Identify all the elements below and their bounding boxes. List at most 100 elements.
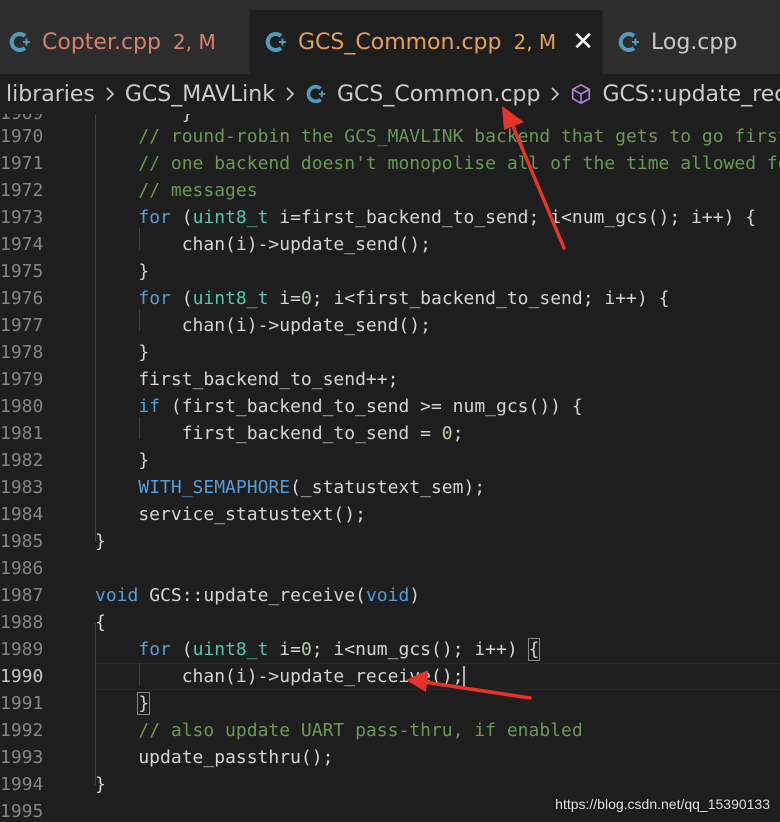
line-number: 1992 xyxy=(0,720,44,741)
code-token: i= xyxy=(268,639,301,660)
tab-status: 2, M xyxy=(513,30,557,54)
code-token: } xyxy=(95,531,106,552)
code-token: ) xyxy=(409,585,421,606)
code-line[interactable]: // one backend doesn't monopolise all of… xyxy=(95,150,780,177)
code-token: } xyxy=(95,774,106,795)
code-token: (first_backend_to_send >= num_gcs()) { xyxy=(160,396,583,417)
code-line[interactable]: } xyxy=(95,528,780,555)
breadcrumb-libraries[interactable]: libraries xyxy=(6,82,95,107)
code-token: // also update UART pass-thru, if enable… xyxy=(138,720,583,741)
code-token: uint8_t xyxy=(192,288,269,309)
code-token: chan(i)->update_receive(); xyxy=(95,666,464,687)
code-token: for xyxy=(138,639,171,660)
code-line[interactable]: } xyxy=(95,690,780,717)
tab-label: GCS_Common.cpp xyxy=(298,29,502,55)
close-icon[interactable]: ✕ xyxy=(572,29,594,55)
code-token: chan(i)->update_send(); xyxy=(95,315,431,336)
line-number: 1979 xyxy=(0,369,44,390)
tab-copter-cpp[interactable]: Copter.cpp 2, M xyxy=(0,10,250,74)
code-line[interactable]: { xyxy=(95,609,780,636)
editor-tab-bar: Copter.cpp 2, M GCS_Common.cpp 2, M ✕ Lo… xyxy=(0,10,780,74)
code-line[interactable]: WITH_SEMAPHORE(_statustext_sem); xyxy=(95,474,780,501)
breadcrumb-gcs-mavlink[interactable]: GCS_MAVLink xyxy=(125,82,275,107)
line-number: 1977 xyxy=(0,315,44,336)
code-line[interactable]: // also update UART pass-thru, if enable… xyxy=(95,717,780,744)
code-editor[interactable]: 1969 1970 1971 1972 1973 1974 1975 1976 … xyxy=(0,114,780,822)
code-line[interactable]: } xyxy=(95,447,780,474)
line-number: 1971 xyxy=(0,153,44,174)
code-token: i= xyxy=(268,288,301,309)
code-token: ; i<first_backend_to_send; i++) { xyxy=(311,288,670,309)
breadcrumb-file-label: GCS_Common.cpp xyxy=(336,81,541,107)
code-token: i=first_backend_to_send; i<num_gcs(); i+… xyxy=(268,207,757,228)
breadcrumb-file[interactable]: GCS_Common.cpp xyxy=(305,82,540,107)
line-number: 1995 xyxy=(0,801,44,822)
code-token: void xyxy=(95,585,139,606)
code-token: for xyxy=(138,207,171,228)
code-line[interactable]: if (first_backend_to_send >= num_gcs()) … xyxy=(95,393,780,420)
code-token: // one backend doesn't monopolise all of… xyxy=(138,153,780,174)
code-token: 0 xyxy=(300,288,312,309)
code-token: first_backend_to_send = xyxy=(95,423,442,444)
code-line[interactable]: for (uint8_t i=0; i<first_backend_to_sen… xyxy=(95,285,780,312)
code-line[interactable]: first_backend_to_send++; xyxy=(95,366,780,393)
line-number: 1988 xyxy=(0,612,44,633)
line-number: 1980 xyxy=(0,396,44,417)
line-number: 1986 xyxy=(0,558,44,579)
code-token: chan(i)->update_send(); xyxy=(95,234,431,255)
code-line[interactable]: first_backend_to_send = 0; xyxy=(95,420,780,447)
code-line[interactable]: void GCS::update_receive(void) xyxy=(95,582,780,609)
code-line[interactable]: // messages xyxy=(95,177,780,204)
code-line[interactable]: // round-robin the GCS_MAVLINK backend t… xyxy=(95,123,780,150)
code-line[interactable]: } xyxy=(95,258,780,285)
method-cube-icon xyxy=(572,83,591,105)
code-line[interactable]: chan(i)->update_receive(); xyxy=(95,663,780,690)
code-token: ( xyxy=(170,288,193,309)
code-line[interactable]: chan(i)->update_send(); xyxy=(95,231,780,258)
line-number: 1972 xyxy=(0,180,44,201)
code-line[interactable] xyxy=(95,555,780,582)
breadcrumb-symbol-label: GCS::update_receive xyxy=(602,81,780,107)
line-number: 1985 xyxy=(0,531,44,552)
cpp-file-icon xyxy=(306,84,326,104)
code-token: } xyxy=(137,692,151,715)
line-number: 1987 xyxy=(0,585,44,606)
line-number: 1976 xyxy=(0,288,44,309)
line-number-active: 1990 xyxy=(0,666,44,687)
breadcrumb-symbol[interactable]: GCS::update_receive xyxy=(570,82,780,107)
code-token: } xyxy=(95,261,150,282)
code-token: uint8_t xyxy=(192,639,269,660)
line-number: 1978 xyxy=(0,342,44,363)
code-line[interactable]: update_passthru(); xyxy=(95,744,780,771)
code-line[interactable]: for (uint8_t i=0; i<num_gcs(); i++) { xyxy=(95,636,780,663)
code-line[interactable]: chan(i)->update_send(); xyxy=(95,312,780,339)
code-line[interactable]: } xyxy=(95,339,780,366)
tab-label: Copter.cpp xyxy=(42,29,161,55)
code-token: if xyxy=(138,396,161,417)
tab-log-cpp[interactable]: Log.cpp xyxy=(602,10,780,74)
code-token: ; i<num_gcs(); i++) xyxy=(311,639,529,660)
code-token: ( xyxy=(170,639,193,660)
code-token: (_statustext_sem); xyxy=(290,477,486,498)
chevron-right-icon xyxy=(551,87,560,101)
cpp-file-icon xyxy=(9,32,30,52)
chevron-right-icon xyxy=(286,87,295,101)
code-token: service_statustext(); xyxy=(95,504,366,525)
code-line[interactable]: for (uint8_t i=first_backend_to_send; i<… xyxy=(95,204,780,231)
code-line[interactable]: service_statustext(); xyxy=(95,501,780,528)
line-number: 1993 xyxy=(0,747,44,768)
code-token: { xyxy=(95,612,106,633)
line-number: 1973 xyxy=(0,207,44,228)
code-token: update_passthru(); xyxy=(95,747,334,768)
code-line[interactable]: } xyxy=(95,771,780,798)
code-token: ( xyxy=(170,207,193,228)
tab-gcs-common-cpp[interactable]: GCS_Common.cpp 2, M ✕ xyxy=(250,10,602,74)
code-token: first_backend_to_send++; xyxy=(95,369,399,390)
tab-label: Log.cpp xyxy=(651,29,738,55)
